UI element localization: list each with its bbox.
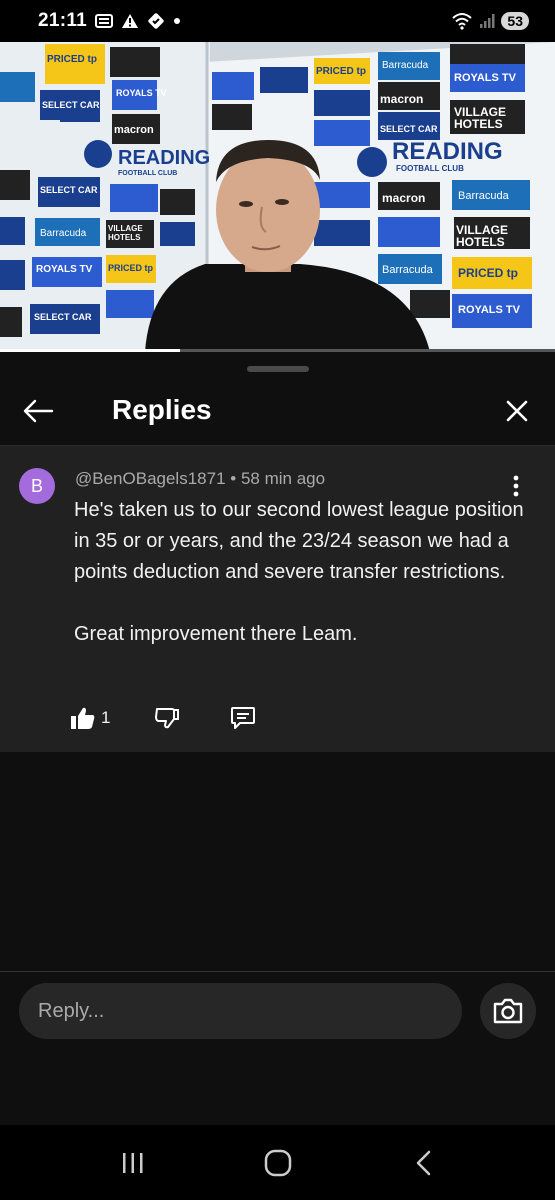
video-progress-bar[interactable] [0, 349, 555, 352]
video-progress-fill [0, 349, 180, 352]
sponsor-label: Barracuda [382, 60, 429, 71]
camera-icon [493, 998, 523, 1024]
signal-icon [479, 13, 495, 29]
page-title: Replies [112, 394, 212, 425]
more-vert-icon [513, 475, 519, 497]
reading-label: READING [118, 147, 211, 169]
sponsor-label: ROYALS TV [116, 88, 167, 98]
back-nav-button[interactable] [393, 1138, 453, 1188]
home-icon [264, 1149, 291, 1176]
reply-comment-button[interactable] [230, 701, 256, 735]
battery-indicator: 53 [501, 12, 529, 30]
back-arrow-icon [23, 399, 54, 423]
sponsor-label: SELECT CAR [40, 185, 98, 195]
home-button[interactable] [248, 1138, 308, 1188]
dislike-button[interactable] [154, 701, 180, 735]
comment-meta: @BenOBagels1871 • 58 min ago [75, 469, 325, 489]
camera-button[interactable] [480, 983, 536, 1039]
sponsor-label: PRICED tp [108, 263, 153, 273]
sponsor-label: SELECT CAR [42, 100, 100, 110]
status-time: 21:11 [38, 10, 88, 31]
comment-card: B @BenOBagels1871 • 58 min ago He's take… [0, 446, 555, 752]
sponsor-label: Barracuda [40, 228, 87, 239]
close-icon [506, 400, 528, 422]
sponsor-label: VILLAGE HOTELS [456, 223, 509, 249]
back-button[interactable] [18, 391, 58, 431]
sponsor-label: macron [380, 92, 424, 106]
club-sublabel: FOOTBALL CLUB [396, 164, 464, 173]
sponsor-label: PRICED tp [316, 66, 366, 77]
comment-author[interactable]: @BenOBagels1871 [75, 469, 226, 488]
dot-icon [173, 17, 181, 25]
comment-paragraph: He's taken us to our second lowest leagu… [74, 499, 524, 583]
sponsor-label: SELECT CAR [380, 124, 438, 134]
sponsor-label: VILLAGE HOTELS [454, 105, 507, 131]
sponsor-label: ROYALS TV [454, 72, 516, 84]
sponsor-label: Barracuda [382, 264, 433, 276]
recent-apps-button[interactable] [103, 1138, 163, 1188]
drag-handle[interactable] [247, 366, 309, 372]
sponsor-label: PRICED tp [458, 266, 518, 280]
reply-input[interactable] [19, 983, 462, 1039]
reading-label: READING [392, 138, 503, 165]
status-bar: 21:11 53 [0, 0, 555, 42]
sponsor-label: Barracuda [458, 190, 509, 202]
warning-icon [121, 13, 139, 29]
thumbs-down-icon [155, 708, 180, 729]
sponsor-label: ROYALS TV [36, 264, 93, 275]
sponsor-label: macron [114, 124, 154, 136]
thumbs-up-icon [71, 707, 95, 729]
wifi-icon [451, 12, 473, 30]
sponsor-label: macron [382, 191, 426, 205]
gallery-notification-icon [95, 14, 114, 28]
recent-apps-icon [122, 1152, 142, 1173]
sheet-header: Replies [0, 383, 555, 445]
meta-separator: • [230, 469, 241, 488]
sponsor-label: ROYALS TV [458, 304, 520, 316]
comment-icon [231, 707, 256, 729]
close-button[interactable] [497, 391, 537, 431]
comment-actions: 1 [70, 701, 256, 735]
system-nav-bar [0, 1125, 555, 1200]
club-sublabel: FOOTBALL CLUB [118, 170, 178, 177]
comment-body: He's taken us to our second lowest leagu… [74, 495, 529, 681]
sponsor-label: SELECT CAR [34, 312, 92, 322]
comment-time: 58 min ago [240, 469, 326, 488]
app-notification-icon [147, 12, 165, 30]
comment-paragraph: Great improvement there Leam. [74, 623, 358, 645]
avatar[interactable]: B [19, 468, 55, 504]
like-button[interactable]: 1 [70, 701, 110, 735]
replies-sheet: Replies B @BenOBagels1871 • 58 min ago H… [0, 355, 555, 1200]
sponsor-label: PRICED tp [47, 54, 97, 65]
reply-bar [0, 972, 555, 1122]
like-count: 1 [101, 708, 111, 727]
chevron-left-icon [416, 1150, 430, 1175]
sponsor-label: VILLAGE HOTELS [108, 224, 143, 242]
video-player[interactable]: PRICED tp PRICED tp PRICED tp PRICED tp … [0, 42, 555, 352]
